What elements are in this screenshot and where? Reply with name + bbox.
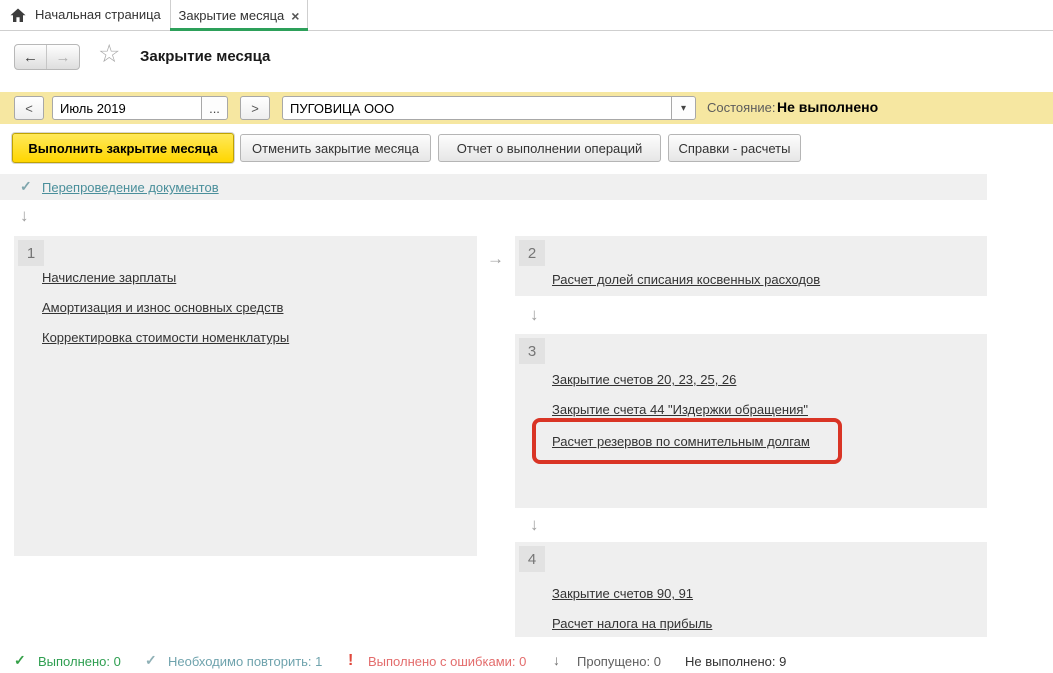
status-not-done: Не выполнено: 9 [685, 654, 786, 669]
status-skipped-value: 0 [654, 654, 661, 669]
right-arrow-icon: → [487, 250, 504, 267]
status-repeat-value: 1 [315, 654, 322, 669]
stage-3-badge: 3 [519, 338, 545, 364]
status-done-value: 0 [114, 654, 121, 669]
favorite-star-icon[interactable]: ☆ [98, 42, 120, 67]
active-tab-underline [170, 28, 308, 31]
tab-month-closing-label: Закрытие месяца [179, 8, 285, 23]
stage-1-badge: 1 [18, 240, 44, 266]
state-label: Состояние: [707, 100, 775, 115]
operation-close-accounts-20-23-25-26-link[interactable]: Закрытие счетов 20, 23, 25, 26 [552, 372, 736, 387]
page-title: Закрытие месяца [140, 48, 270, 65]
stage-2-badge: 2 [519, 240, 545, 266]
tab-home[interactable]: Начальная страница [35, 0, 161, 31]
organization-value: ПУГОВИЦА ООО [283, 97, 671, 119]
operation-payroll-link[interactable]: Начисление зарплаты [42, 270, 176, 285]
down-arrow-icon: ↓ [20, 207, 29, 224]
reposting-documents-link[interactable]: Перепроведение документов [42, 180, 219, 195]
status-repeat-label: Необходимо повторить: [168, 654, 312, 669]
stage-1-block: 1 Начисление зарплаты Амортизация и изно… [14, 236, 477, 556]
status-done: Выполнено: 0 [38, 654, 121, 669]
stage-4-badge: 4 [519, 546, 545, 572]
history-nav-group: ← → [14, 44, 80, 70]
status-skipped-label: Пропущено: [577, 654, 650, 669]
reposting-bar: ✓ Перепроведение документов [0, 174, 987, 200]
status-not-done-label: Не выполнено: [685, 654, 775, 669]
operation-close-account-44-link[interactable]: Закрытие счета 44 "Издержки обращения" [552, 402, 808, 417]
period-value: Июль 2019 [53, 97, 201, 119]
references-calculations-button[interactable]: Справки - расчеты [668, 134, 801, 162]
cancel-closing-button[interactable]: Отменить закрытие месяца [240, 134, 431, 162]
status-not-done-value: 9 [779, 654, 786, 669]
check-icon: ✓ [145, 653, 157, 667]
operations-report-button[interactable]: Отчет о выполнении операций [438, 134, 661, 162]
previous-period-button[interactable]: < [14, 96, 44, 120]
stage-4-block: 4 Закрытие счетов 90, 91 Расчет налога н… [515, 542, 987, 637]
operation-indirect-expenses-link[interactable]: Расчет долей списания косвенных расходов [552, 272, 820, 287]
operation-inventory-cost-adjustment-link[interactable]: Корректировка стоимости номенклатуры [42, 330, 289, 345]
back-icon[interactable]: ← [15, 45, 47, 69]
status-errors-value: 0 [519, 654, 526, 669]
chevron-down-icon[interactable]: ▾ [671, 97, 695, 119]
tab-month-closing[interactable]: Закрытие месяца × [170, 0, 308, 31]
status-skipped: Пропущено: 0 [577, 654, 661, 669]
month-closing-window: Начальная страница Закрытие месяца × ← →… [0, 0, 1053, 673]
period-picker-ellipsis-button[interactable]: ... [201, 97, 227, 119]
exclamation-icon: ! [348, 653, 353, 669]
status-errors: Выполнено с ошибками: 0 [368, 654, 526, 669]
check-icon: ✓ [20, 178, 32, 195]
state-value: Не выполнено [777, 99, 878, 115]
operation-depreciation-link[interactable]: Амортизация и износ основных средств [42, 300, 283, 315]
close-tab-icon[interactable]: × [291, 9, 299, 23]
status-done-label: Выполнено: [38, 654, 110, 669]
operation-close-accounts-90-91-link[interactable]: Закрытие счетов 90, 91 [552, 586, 693, 601]
status-repeat: Необходимо повторить: 1 [168, 654, 322, 669]
down-arrow-icon: ↓ [530, 306, 539, 323]
stage-2-block: 2 Расчет долей списания косвенных расход… [515, 236, 987, 296]
home-icon[interactable] [10, 8, 26, 26]
next-period-button[interactable]: > [240, 96, 270, 120]
status-legend-bar: ✓ Выполнено: 0 ✓ Необходимо повторить: 1… [0, 648, 1053, 673]
down-arrow-icon: ↓ [553, 653, 560, 667]
status-errors-label: Выполнено с ошибками: [368, 654, 516, 669]
operation-income-tax-link[interactable]: Расчет налога на прибыль [552, 616, 712, 631]
tab-bar: Начальная страница Закрытие месяца × [0, 0, 1053, 31]
perform-closing-button[interactable]: Выполнить закрытие месяца [12, 133, 234, 163]
check-icon: ✓ [14, 653, 26, 667]
operation-doubtful-debts-reserve-link[interactable]: Расчет резервов по сомнительным долгам [552, 434, 810, 449]
down-arrow-icon: ↓ [530, 516, 539, 533]
forward-icon[interactable]: → [47, 45, 79, 69]
period-field[interactable]: Июль 2019 ... [52, 96, 228, 120]
stage-3-block: 3 Закрытие счетов 20, 23, 25, 26 Закрыти… [515, 334, 987, 508]
organization-select[interactable]: ПУГОВИЦА ООО ▾ [282, 96, 696, 120]
